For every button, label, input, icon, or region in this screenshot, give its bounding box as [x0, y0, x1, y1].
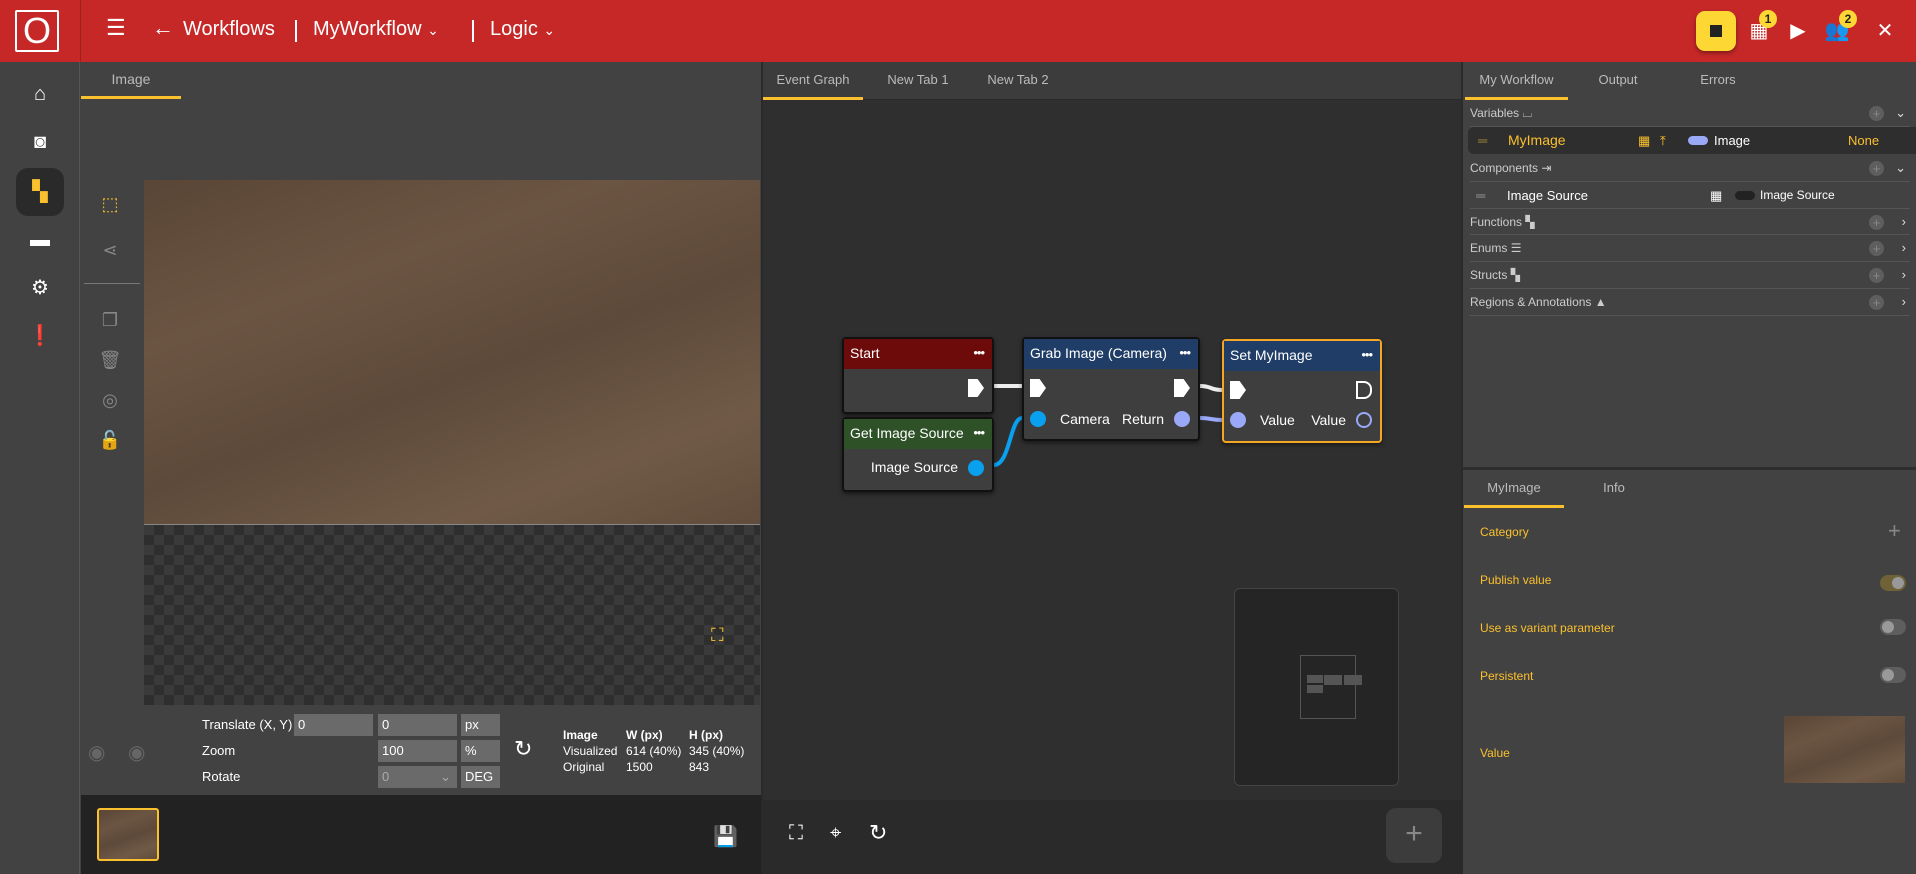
value-label: Value	[1480, 746, 1510, 760]
node-title: Grab Image (Camera)	[1030, 345, 1167, 361]
variant-parameter-label: Use as variant parameter	[1480, 621, 1615, 635]
minimap[interactable]	[1234, 588, 1399, 786]
component-name: Image Source	[1507, 188, 1588, 203]
add-struct-button[interactable]: +	[1869, 268, 1884, 283]
node-title: Get Image Source	[850, 425, 964, 441]
publish-value-label: Publish value	[1480, 573, 1552, 587]
exec-out-pin[interactable]	[1174, 379, 1190, 397]
section-label: Structs	[1470, 268, 1508, 282]
component-icon: ⇥	[1541, 161, 1552, 175]
node-start[interactable]: Start •••	[842, 337, 994, 414]
linked-icon: ▦	[1638, 133, 1651, 148]
location-pin-icon[interactable]: ⌖	[830, 822, 841, 845]
section-label: Enums	[1470, 241, 1508, 255]
section-components[interactable]: Components ⇥ + ⌄	[1470, 155, 1910, 182]
add-enum-button[interactable]: +	[1869, 241, 1884, 256]
node-header: Get Image Source •••	[844, 419, 992, 449]
camera-in-pin[interactable]	[1030, 411, 1046, 427]
node-header: Grab Image (Camera) •••	[1024, 339, 1198, 369]
section-label: Variables	[1470, 106, 1520, 120]
linked-icon: ▦	[1710, 188, 1723, 203]
exec-in-pin[interactable]	[1230, 381, 1246, 399]
component-type: Image Source	[1760, 188, 1835, 202]
fullscreen-icon[interactable]: ⛶	[789, 822, 803, 845]
section-label: Functions	[1470, 215, 1523, 229]
section-structs[interactable]: Structs ▚ + ›	[1470, 262, 1910, 289]
pin-label: Image Source	[870, 459, 958, 475]
pin-label: Value	[1260, 412, 1295, 428]
type-color-pill	[1688, 136, 1708, 145]
more-icon[interactable]: •••	[973, 339, 985, 367]
node-header: Start •••	[844, 339, 992, 369]
more-icon[interactable]: •••	[1179, 339, 1191, 367]
section-variables[interactable]: Variables ⌴ + ⌄	[1470, 100, 1910, 127]
section-functions[interactable]: Functions ▚ + ›	[1470, 208, 1910, 235]
node-title: Start	[850, 345, 880, 361]
variable-row-myimage[interactable]: ═ MyImage ▦ ⤒ Image None	[1468, 127, 1916, 154]
variant-parameter-toggle[interactable]	[1880, 619, 1906, 635]
add-category-icon[interactable]: +	[1888, 518, 1901, 544]
chevron-right-icon[interactable]: ›	[1902, 209, 1906, 235]
section-regions[interactable]: Regions & Annotations ▲ + ›	[1470, 289, 1910, 316]
add-component-button[interactable]: +	[1869, 161, 1884, 176]
tab-my-workflow[interactable]: My Workflow	[1465, 62, 1568, 100]
exec-in-pin[interactable]	[1030, 379, 1046, 397]
refresh-icon[interactable]: ↻	[869, 820, 887, 846]
variable-type: Image	[1714, 133, 1751, 148]
functions-icon: ▚	[1525, 215, 1535, 229]
graph-toolbar	[763, 800, 1461, 874]
add-region-button[interactable]: +	[1869, 295, 1884, 310]
return-out-pin[interactable]	[1174, 411, 1190, 427]
exec-wire	[1199, 384, 1223, 392]
tab-myimage[interactable]: MyImage	[1464, 470, 1564, 508]
structs-icon: ▚	[1510, 268, 1520, 282]
publish-value-toggle[interactable]	[1880, 575, 1906, 591]
node-get-image-source[interactable]: Get Image Source ••• Image Source	[842, 417, 994, 492]
add-node-button[interactable]: +	[1386, 808, 1442, 863]
component-row[interactable]: ═ Image Source ▦ Image Source	[1470, 182, 1910, 209]
add-variable-button[interactable]: +	[1869, 106, 1884, 121]
node-set-myimage[interactable]: Set MyImage ••• Value Value	[1222, 339, 1382, 443]
type-color-pill	[1735, 191, 1755, 200]
section-label: Components	[1470, 161, 1539, 175]
pin-label: Camera	[1060, 411, 1110, 427]
tab-info[interactable]: Info	[1564, 470, 1664, 508]
chevron-right-icon[interactable]: ›	[1902, 235, 1906, 261]
more-icon[interactable]: •••	[1361, 341, 1373, 369]
image-source-out-pin[interactable]	[968, 460, 984, 476]
tab-errors[interactable]: Errors	[1668, 62, 1768, 100]
shapes-icon: ▲	[1594, 295, 1607, 309]
node-header: Set MyImage •••	[1224, 341, 1380, 371]
node-title: Set MyImage	[1230, 347, 1313, 363]
value-out-pin[interactable]	[1356, 412, 1372, 428]
chevron-right-icon[interactable]: ›	[1902, 289, 1906, 315]
node-grab-image[interactable]: Grab Image (Camera) ••• Camera Return	[1022, 337, 1200, 441]
chevron-down-icon[interactable]: ⌄	[1895, 100, 1906, 126]
pin-label: Value	[1311, 412, 1346, 428]
drag-handle-icon[interactable]: ═	[1476, 182, 1485, 209]
value-in-pin[interactable]	[1230, 412, 1246, 428]
tab-output[interactable]: Output	[1568, 62, 1668, 100]
section-label: Regions & Annotations	[1470, 295, 1592, 309]
list-numbered-icon: ☰	[1510, 241, 1522, 255]
chevron-right-icon[interactable]: ›	[1902, 262, 1906, 288]
image-source-wire	[993, 416, 1023, 467]
exec-out-pin[interactable]	[1356, 381, 1372, 399]
image-value-wire	[1199, 416, 1223, 422]
variable-icon: ⌴	[1522, 106, 1533, 120]
exec-out-pin[interactable]	[968, 379, 984, 397]
category-label: Category	[1480, 525, 1529, 539]
persistent-label: Persistent	[1480, 669, 1534, 683]
publish-icon: ⤒	[1660, 133, 1666, 148]
chevron-down-icon[interactable]: ⌄	[1895, 155, 1906, 181]
pin-label: Return	[1121, 411, 1164, 427]
persistent-toggle[interactable]	[1880, 667, 1906, 683]
more-icon[interactable]: •••	[973, 419, 985, 447]
section-enums[interactable]: Enums ☰ + ›	[1470, 235, 1910, 262]
add-function-button[interactable]: +	[1869, 215, 1884, 230]
value-image-preview[interactable]	[1784, 716, 1905, 783]
variable-name: MyImage	[1508, 132, 1566, 148]
variable-value: None	[1848, 133, 1880, 148]
drag-handle-icon[interactable]: ═	[1478, 127, 1487, 154]
